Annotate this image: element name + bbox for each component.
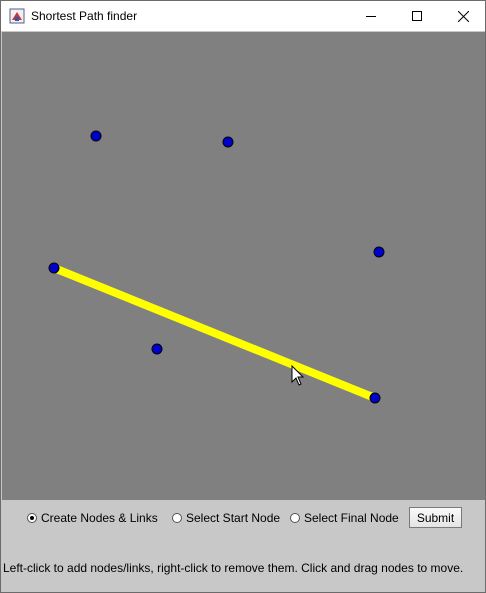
graph-node[interactable] — [151, 343, 163, 355]
submit-button[interactable]: Submit — [409, 507, 462, 528]
mode-start-radio[interactable]: Select Start Node — [172, 510, 280, 526]
graph-canvas[interactable] — [2, 32, 485, 500]
app-window: Shortest Path finder Create Nodes & Link… — [0, 0, 486, 593]
close-button[interactable] — [440, 1, 486, 31]
java-app-icon — [9, 8, 25, 24]
graph-node[interactable] — [48, 262, 60, 274]
mode-create-radio[interactable]: Create Nodes & Links — [27, 510, 158, 526]
graph-node[interactable] — [222, 136, 234, 148]
mode-final-radio[interactable]: Select Final Node — [290, 510, 399, 526]
maximize-icon — [412, 11, 422, 21]
graph-link[interactable] — [50, 264, 379, 402]
graph-node[interactable] — [90, 130, 102, 142]
minimize-icon — [366, 11, 376, 21]
window-title: Shortest Path finder — [31, 9, 138, 23]
radio-button[interactable] — [172, 513, 182, 523]
title-bar[interactable]: Shortest Path finder — [1, 1, 485, 31]
radio-button[interactable] — [290, 513, 300, 523]
radio-button[interactable] — [27, 513, 37, 523]
mode-controls: Create Nodes & Links Select Start Node S… — [1, 505, 485, 531]
graph-node[interactable] — [373, 246, 385, 258]
mode-create-label: Create Nodes & Links — [41, 511, 158, 525]
close-icon — [457, 10, 469, 22]
minimize-button[interactable] — [348, 1, 394, 31]
status-text: Left-click to add nodes/links, right-cli… — [3, 561, 464, 575]
mode-final-label: Select Final Node — [304, 511, 399, 525]
mode-start-label: Select Start Node — [186, 511, 281, 525]
maximize-button[interactable] — [394, 1, 440, 31]
graph-node[interactable] — [369, 392, 381, 404]
